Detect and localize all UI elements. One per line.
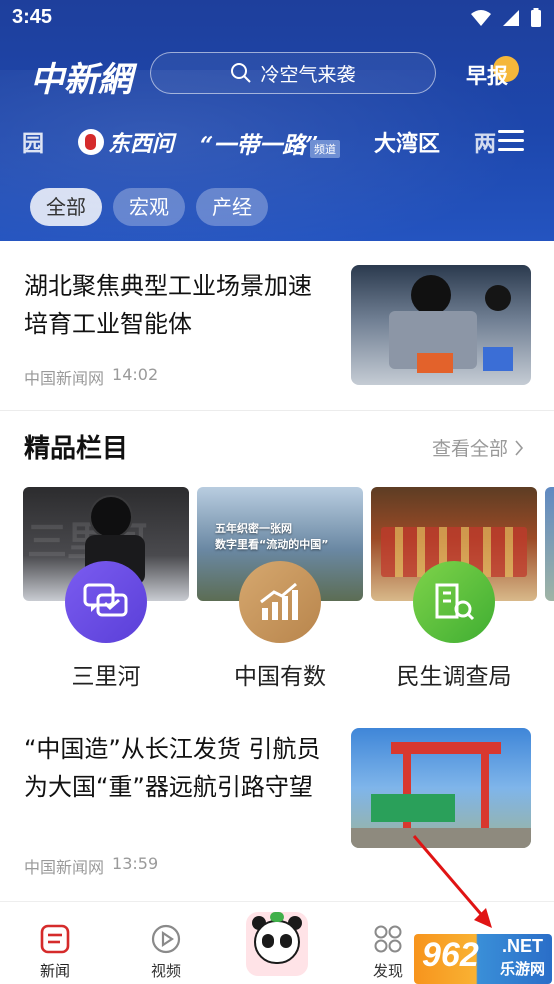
see-all-label: 查看全部 (432, 438, 509, 460)
channel-item-partial[interactable]: 园 (22, 126, 44, 158)
channel-label: 东西问 (108, 132, 175, 157)
column-label: 中国有数 (234, 664, 326, 690)
watermark-net: .NET (502, 936, 544, 956)
news-title: “中国造”从长江发货 引航员为大国“重”器远航引路守望 (24, 735, 321, 801)
nav-label: 视频 (150, 962, 181, 980)
site-watermark: 962 .NET 乐游网 (414, 934, 552, 984)
column-card-peek[interactable] (545, 487, 554, 601)
news-source: 中国新闻网 (24, 369, 105, 388)
channel-item-partial-right[interactable]: 两 (474, 126, 496, 158)
channel-tag: 频道 (310, 140, 340, 158)
filter-tab-industry[interactable]: 产经 (196, 188, 268, 226)
news-source: 中国新闻网 (24, 858, 105, 877)
news-thumbnail (351, 265, 531, 385)
dongxiwen-logo-icon (78, 129, 104, 155)
banner-line: 数字里看“流动的中国” (215, 538, 329, 551)
watermark-site: 乐游网 (500, 960, 546, 978)
news-title: 湖北聚焦典型工业场景加速培育工业智能体 (24, 272, 312, 338)
nav-tab-news[interactable]: 新闻 (25, 920, 85, 981)
column-image-banner: 五年织密一张网 数字里看“流动的中国” (215, 521, 355, 553)
news-thumbnail (351, 728, 531, 848)
signal-icon (503, 10, 519, 26)
column-card-sanlihe[interactable]: 三里河 三里河 (23, 487, 189, 690)
nav-label: 发现 (372, 962, 403, 980)
panda-icon[interactable] (246, 912, 308, 976)
see-all-link[interactable]: 查看全部 (432, 434, 524, 461)
news-item[interactable]: 湖北聚焦典型工业场景加速培育工业智能体 中国新闻网 14:02 (0, 241, 554, 411)
watermark-number: 962 (422, 936, 479, 974)
chart-up-icon (239, 561, 321, 643)
featured-columns: 三里河 三里河 五年织密一张网 数字里看“流动的中国” 中国有数 民生调查局 (0, 487, 554, 690)
nav-tab-video[interactable]: 视频 (136, 920, 196, 981)
channel-item-dongxiwen[interactable]: 东西问 (78, 126, 174, 158)
chevron-right-icon (515, 440, 524, 456)
column-card-china-data[interactable]: 五年织密一张网 数字里看“流动的中国” 中国有数 (197, 487, 363, 690)
news-item[interactable]: “中国造”从长江发货 引航员为大国“重”器远航引路守望 中国新闻网 13:59 (0, 710, 554, 900)
chat-icon (65, 561, 147, 643)
news-time: 14:02 (112, 365, 159, 384)
play-icon (151, 924, 181, 954)
channel-item-belt-road[interactable]: “一带一路” (200, 126, 318, 160)
news-meta: 中国新闻网 13:59 (24, 854, 158, 878)
status-bar: 3:45 (0, 0, 554, 40)
banner-line: 五年织密一张网 (215, 522, 292, 535)
menu-icon[interactable] (498, 130, 524, 152)
channel-strip: 园 东西问 “一带一路” 大湾区 两 (0, 116, 554, 164)
news-icon (40, 924, 70, 954)
search-placeholder: 冷空气来袭 (260, 63, 356, 86)
search-bar[interactable]: 冷空气来袭 (150, 52, 436, 94)
column-label: 三里河 (71, 664, 141, 690)
wifi-icon (471, 10, 491, 26)
discover-icon (373, 924, 403, 954)
channel-item-bay-area[interactable]: 大湾区 (374, 126, 440, 158)
nav-tab-discover[interactable]: 发现 (358, 920, 418, 981)
section-title: 精品栏目 (24, 434, 129, 464)
app-logo: 中新網 (30, 60, 132, 100)
filter-tab-macro[interactable]: 宏观 (113, 188, 185, 226)
app-header: 3:45 中新網 冷空气来袭 早报 园 东西问 “一带一路” 大湾区 两 频道 … (0, 0, 554, 241)
news-time: 13:59 (112, 854, 159, 873)
column-card-livelihood[interactable]: 民生调查局 (371, 487, 537, 690)
building-search-icon (413, 561, 495, 643)
filter-tabs: 全部 宏观 产经 (30, 188, 268, 226)
divider (0, 410, 554, 411)
early-news-button[interactable]: 早报 (466, 60, 508, 90)
column-label: 民生调查局 (396, 664, 512, 690)
battery-icon (531, 8, 541, 27)
nav-label: 新闻 (39, 962, 70, 980)
search-icon (231, 63, 252, 83)
news-meta: 中国新闻网 14:02 (24, 365, 158, 389)
filter-tab-all[interactable]: 全部 (30, 188, 102, 226)
early-news-label: 早报 (466, 64, 508, 88)
status-icons (470, 8, 542, 28)
status-time: 3:45 (12, 6, 53, 28)
